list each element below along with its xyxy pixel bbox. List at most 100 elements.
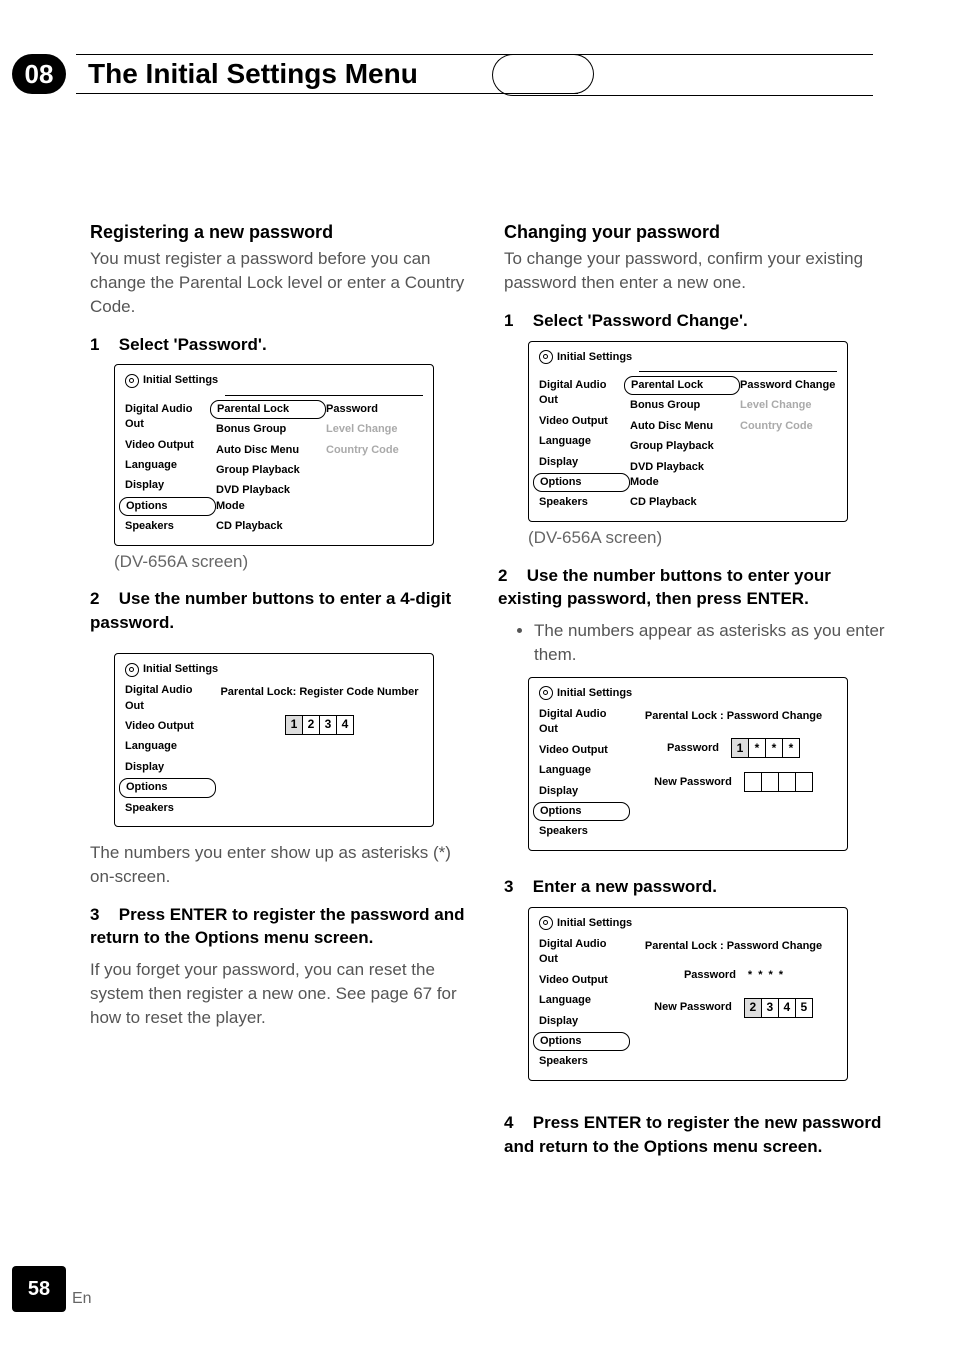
section-heading: Changing your password xyxy=(504,220,894,245)
code-input xyxy=(744,772,813,792)
sidebar-item: Speakers xyxy=(539,1054,624,1069)
disc-icon xyxy=(125,663,139,677)
mid-item: Group Playback xyxy=(630,439,734,454)
mid-item: CD Playback xyxy=(630,495,734,510)
sidebar-item-selected: Options xyxy=(119,497,216,516)
ui-center: Parental Lock : Password Change Password… xyxy=(630,707,837,840)
sidebar-item: Language xyxy=(539,993,624,1008)
right-item: Password xyxy=(326,402,423,417)
step-number: 2 xyxy=(498,564,522,588)
step-number: 1 xyxy=(90,333,114,357)
mid-item-selected: Parental Lock xyxy=(210,400,326,419)
ui-title: Initial Settings xyxy=(539,350,837,365)
code-digit xyxy=(762,772,779,792)
sidebar-item: Display xyxy=(539,784,624,799)
ui-screenshot-5: Initial Settings Digital Audio Out Video… xyxy=(528,907,848,1081)
right-column: Changing your password To change your pa… xyxy=(504,220,894,1166)
ui-center: Parental Lock : Password Change Password… xyxy=(630,937,837,1070)
mid-item: Group Playback xyxy=(216,463,320,478)
code-digit: 1 xyxy=(731,738,749,758)
step-1: 1 Select 'Password Change'. xyxy=(504,309,894,333)
sidebar-item-selected: Options xyxy=(533,473,630,492)
ui-title-text: Initial Settings xyxy=(557,350,632,365)
sidebar-item: Digital Audio Out xyxy=(539,707,624,738)
sidebar-item: Display xyxy=(125,478,210,493)
code-digit: 4 xyxy=(779,998,796,1018)
sidebar-item-selected: Options xyxy=(533,1032,630,1051)
sidebar-item: Language xyxy=(539,434,624,449)
sidebar-item: Video Output xyxy=(539,743,624,758)
sidebar-item: Video Output xyxy=(539,414,624,429)
code-digit: 1 xyxy=(285,715,303,735)
step-text: Enter a new password. xyxy=(533,877,717,896)
sidebar-item: Digital Audio Out xyxy=(125,402,210,433)
sidebar-item-selected: Options xyxy=(533,802,630,821)
ui-screenshot-2: Initial Settings Digital Audio Out Video… xyxy=(114,653,434,827)
bullet-item: The numbers appear as asterisks as you e… xyxy=(534,619,894,667)
step-number: 3 xyxy=(90,903,114,927)
code-digit: 3 xyxy=(320,715,337,735)
step-2: 2 Use the number buttons to enter your e… xyxy=(498,564,894,612)
ui-center: Parental Lock: Register Code Number 1 2 … xyxy=(216,683,423,816)
step-text: Press ENTER to register the password and… xyxy=(90,905,465,948)
right-item-dim: Country Code xyxy=(326,443,423,458)
code-digit: * xyxy=(783,738,800,758)
ui-title: Initial Settings xyxy=(125,662,423,677)
step-number: 1 xyxy=(504,309,528,333)
ui-middle-column: Parental Lock Bonus Group Auto Disc Menu… xyxy=(630,378,734,511)
screenshot-caption: (DV-656A screen) xyxy=(114,550,480,574)
code-input: 1 2 3 4 xyxy=(285,715,354,735)
star: * xyxy=(779,968,783,983)
ui-screenshot-4: Initial Settings Digital Audio Out Video… xyxy=(528,677,848,851)
sidebar-item: Video Output xyxy=(539,973,624,988)
ui-title-text: Initial Settings xyxy=(143,662,218,677)
sidebar-item: Speakers xyxy=(125,801,210,816)
code-input: 2 3 4 5 xyxy=(744,998,813,1018)
step-3: 3 Enter a new password. xyxy=(504,875,894,899)
code-digit: 2 xyxy=(303,715,320,735)
disc-icon xyxy=(539,350,553,364)
page-language: En xyxy=(72,1290,92,1308)
code-digit: 2 xyxy=(744,998,762,1018)
code-digit: * xyxy=(749,738,766,758)
step-number: 4 xyxy=(504,1111,528,1135)
sidebar-item: Language xyxy=(539,763,624,778)
step-number: 2 xyxy=(90,587,114,611)
sidebar-item: Video Output xyxy=(125,438,210,453)
ui-sidebar: Digital Audio Out Video Output Language … xyxy=(539,937,624,1070)
ui-middle-column: Parental Lock Bonus Group Auto Disc Menu… xyxy=(216,402,320,535)
code-digit xyxy=(744,772,762,792)
mid-item: DVD Playback Mode xyxy=(630,460,734,491)
ui-sidebar: Digital Audio Out Video Output Language … xyxy=(125,683,210,816)
code-digit xyxy=(796,772,813,792)
step-3: 3 Press ENTER to register the password a… xyxy=(90,903,480,951)
sidebar-item: Digital Audio Out xyxy=(539,937,624,968)
body-text: The numbers you enter show up as asteris… xyxy=(90,841,480,889)
sidebar-item: Speakers xyxy=(539,824,624,839)
ui-screenshot-1: Initial Settings Digital Audio Out Video… xyxy=(114,364,434,545)
center-title: Parental Lock: Register Code Number xyxy=(220,685,418,700)
mid-item: Auto Disc Menu xyxy=(216,443,320,458)
ui-right-column: Password Change Level Change Country Cod… xyxy=(740,378,837,511)
ui-title-text: Initial Settings xyxy=(557,686,632,701)
right-item-dim: Country Code xyxy=(740,419,837,434)
code-digit: * xyxy=(766,738,783,758)
ui-title: Initial Settings xyxy=(539,916,837,931)
mid-item-selected: Parental Lock xyxy=(624,376,740,395)
step-text: Use the number buttons to enter a 4-digi… xyxy=(90,589,451,632)
disc-icon xyxy=(539,686,553,700)
right-item: Password Change xyxy=(740,378,837,393)
new-password-label: New Password xyxy=(654,775,732,790)
body-text: If you forget your password, you can res… xyxy=(90,958,480,1029)
screenshot-caption: (DV-656A screen) xyxy=(528,526,894,550)
ui-screenshot-3: Initial Settings Digital Audio Out Video… xyxy=(528,341,848,522)
ui-right-column: Password Level Change Country Code xyxy=(326,402,423,535)
mid-item: Auto Disc Menu xyxy=(630,419,734,434)
step-4: 4 Press ENTER to register the new passwo… xyxy=(504,1111,894,1159)
right-item-dim: Level Change xyxy=(326,422,423,437)
star: * xyxy=(748,968,752,983)
disc-icon xyxy=(539,916,553,930)
step-text: Select 'Password Change'. xyxy=(533,311,748,330)
chapter-number: 08 xyxy=(12,54,66,94)
ui-sidebar: Digital Audio Out Video Output Language … xyxy=(125,402,210,535)
